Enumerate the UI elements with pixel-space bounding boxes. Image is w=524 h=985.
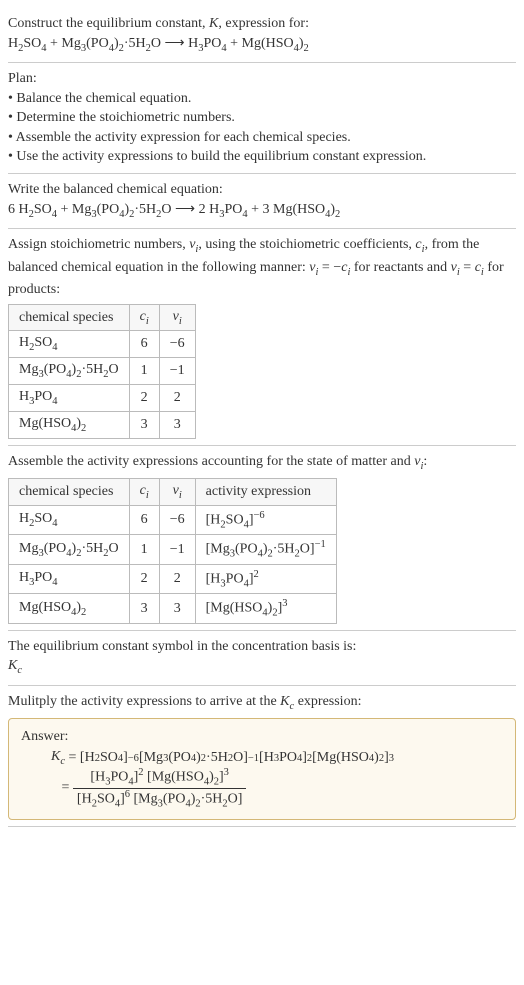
- vi-cell: 2: [159, 564, 195, 593]
- vi-cell: 3: [159, 411, 195, 438]
- vi-cell: 2: [159, 385, 195, 412]
- col-vi: νi: [159, 479, 195, 506]
- plan-section: Plan: • Balance the chemical equation. •…: [8, 63, 516, 174]
- symbol-kc: Kc: [8, 656, 516, 678]
- table-row: H2SO4 6 −6: [9, 331, 196, 358]
- answer-box: Answer: Kc = [H2SO4]−6 [Mg3(PO4)2·5H2O]−…: [8, 718, 516, 820]
- ci-cell: 2: [129, 385, 159, 412]
- vi-cell: −6: [159, 505, 195, 534]
- table-row: H3PO4 2 2: [9, 385, 196, 412]
- answer-content: Kc = [H2SO4]−6 [Mg3(PO4)2·5H2O]−1 [H3PO4…: [21, 749, 503, 809]
- vi-cell: 3: [159, 594, 195, 623]
- species-cell: H3PO4: [9, 385, 130, 412]
- assign-text: Assign stoichiometric numbers, νi, using…: [8, 235, 516, 300]
- stoich-table: chemical species ci νi H2SO4 6 −6 Mg3(PO…: [8, 304, 196, 439]
- plan-item: • Determine the stoichiometric numbers.: [8, 108, 516, 128]
- table-row: Mg3(PO4)2·5H2O 1 −1: [9, 358, 196, 385]
- table-row: Mg(HSO4)2 3 3 [Mg(HSO4)2]3: [9, 594, 337, 623]
- plan-item: • Balance the chemical equation.: [8, 89, 516, 109]
- multiply-text: Mulitply the activity expressions to arr…: [8, 692, 516, 714]
- species-cell: Mg3(PO4)2·5H2O: [9, 358, 130, 385]
- table-row: H3PO4 2 2 [H3PO4]2: [9, 564, 337, 593]
- col-vi: νi: [159, 304, 195, 331]
- ci-cell: 1: [129, 358, 159, 385]
- vi-cell: −1: [159, 358, 195, 385]
- plan-item: • Assemble the activity expression for e…: [8, 128, 516, 148]
- activity-section: Assemble the activity expressions accoun…: [8, 446, 516, 631]
- ci-cell: 3: [129, 594, 159, 623]
- kc-line2: = [H3PO4]2 [Mg(HSO4)2]3 [H2SO4]6 [Mg3(PO…: [51, 767, 503, 809]
- table-row: Mg3(PO4)2·5H2O 1 −1 [Mg3(PO4)2·5H2O]−1: [9, 535, 337, 564]
- col-species: chemical species: [9, 304, 130, 331]
- activity-text: Assemble the activity expressions accoun…: [8, 452, 516, 474]
- symbol-line1: The equilibrium constant symbol in the c…: [8, 637, 516, 657]
- ci-cell: 2: [129, 564, 159, 593]
- table-row: Mg(HSO4)2 3 3: [9, 411, 196, 438]
- balanced-title: Write the balanced chemical equation:: [8, 180, 516, 200]
- vi-cell: −6: [159, 331, 195, 358]
- symbol-section: The equilibrium constant symbol in the c…: [8, 631, 516, 686]
- col-species: chemical species: [9, 479, 130, 506]
- fraction: [H3PO4]2 [Mg(HSO4)2]3 [H2SO4]6 [Mg3(PO4)…: [73, 767, 247, 809]
- col-activity: activity expression: [195, 479, 336, 506]
- ci-cell: 6: [129, 331, 159, 358]
- ci-cell: 3: [129, 411, 159, 438]
- multiply-section: Mulitply the activity expressions to arr…: [8, 686, 516, 827]
- intro-section: Construct the equilibrium constant, K, e…: [8, 8, 516, 63]
- assign-section: Assign stoichiometric numbers, νi, using…: [8, 229, 516, 446]
- col-ci: ci: [129, 479, 159, 506]
- species-cell: Mg(HSO4)2: [9, 411, 130, 438]
- vi-cell: −1: [159, 535, 195, 564]
- denominator: [H2SO4]6 [Mg3(PO4)2·5H2O]: [73, 789, 247, 809]
- activity-cell: [H2SO4]−6: [195, 505, 336, 534]
- ci-cell: 1: [129, 535, 159, 564]
- activity-table: chemical species ci νi activity expressi…: [8, 478, 337, 624]
- plan-item: • Use the activity expressions to build …: [8, 147, 516, 167]
- activity-cell: [Mg(HSO4)2]3: [195, 594, 336, 623]
- species-cell: H2SO4: [9, 331, 130, 358]
- activity-cell: [Mg3(PO4)2·5H2O]−1: [195, 535, 336, 564]
- table-row: H2SO4 6 −6 [H2SO4]−6: [9, 505, 337, 534]
- balanced-section: Write the balanced chemical equation: 6 …: [8, 174, 516, 229]
- plan-title: Plan:: [8, 69, 516, 89]
- species-cell: Mg(HSO4)2: [9, 594, 130, 623]
- intro-equation: H2SO4 + Mg3(PO4)2·5H2O ⟶ H3PO4 + Mg(HSO4…: [8, 34, 516, 56]
- intro-line1: Construct the equilibrium constant, K, e…: [8, 14, 516, 34]
- species-cell: H2SO4: [9, 505, 130, 534]
- col-ci: ci: [129, 304, 159, 331]
- numerator: [H3PO4]2 [Mg(HSO4)2]3: [73, 767, 247, 788]
- species-cell: H3PO4: [9, 564, 130, 593]
- answer-label: Answer:: [21, 729, 503, 745]
- table-header-row: chemical species ci νi activity expressi…: [9, 479, 337, 506]
- balanced-equation: 6 H2SO4 + Mg3(PO4)2·5H2O ⟶ 2 H3PO4 + 3 M…: [8, 200, 516, 222]
- species-cell: Mg3(PO4)2·5H2O: [9, 535, 130, 564]
- kc-line1: Kc = [H2SO4]−6 [Mg3(PO4)2·5H2O]−1 [H3PO4…: [51, 749, 503, 767]
- ci-cell: 6: [129, 505, 159, 534]
- activity-cell: [H3PO4]2: [195, 564, 336, 593]
- table-header-row: chemical species ci νi: [9, 304, 196, 331]
